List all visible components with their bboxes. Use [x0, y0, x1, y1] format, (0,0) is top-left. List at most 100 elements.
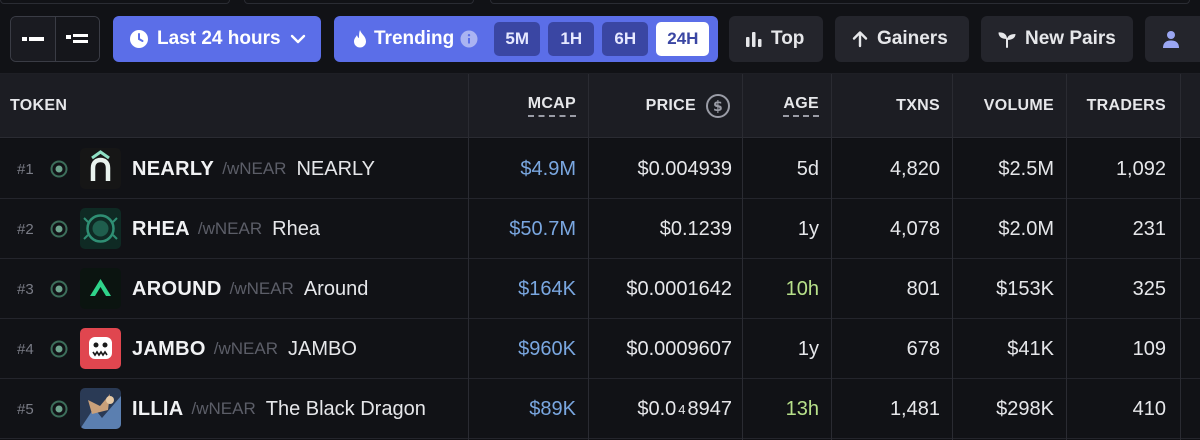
rank: #1	[17, 160, 34, 178]
quote-token: wNEAR	[202, 219, 263, 238]
token-name: The Black Dragon	[265, 397, 426, 420]
column-age-label: AGE	[783, 95, 819, 117]
column-traders[interactable]: TRADERS	[1066, 74, 1166, 138]
token-symbol: RHEA	[132, 217, 190, 240]
txns-value: 678	[906, 337, 940, 360]
token-logo	[80, 388, 121, 429]
interval-selector: 5M 1H 6H 24H	[494, 22, 710, 56]
interval-24h[interactable]: 24H	[656, 22, 710, 56]
column-divider	[588, 74, 589, 440]
rank: #5	[17, 400, 34, 418]
column-divider	[952, 74, 953, 440]
interval-6h[interactable]: 6H	[602, 22, 649, 56]
top-edge-field-3	[490, 0, 1190, 4]
top-edge-field-2	[244, 0, 474, 4]
dex-badge-icon	[50, 319, 68, 379]
top-edge-field-1	[0, 0, 230, 4]
txns-value: 4,078	[889, 217, 940, 240]
token-symbol: NEARLY	[132, 157, 215, 180]
traders-value: 231	[1132, 217, 1166, 240]
table-row[interactable]: #5 ILLIA / wNEAR The Black Dragon $89K $0.0…	[0, 379, 1200, 439]
traders-value: 109	[1132, 337, 1166, 360]
mcap-value: $4.9M	[520, 157, 576, 180]
trending-filter: Trending 5M 1H 6H 24H	[334, 16, 718, 62]
list-detail-icon	[66, 34, 89, 43]
token-symbol: ILLIA	[132, 397, 184, 420]
txns-value: 801	[906, 277, 940, 300]
quote-token: wNEAR	[226, 159, 287, 178]
compact-view-button[interactable]	[11, 17, 55, 61]
table-row[interactable]: #3 AROUND / wNEAR Around $164K $0.0001642 1…	[0, 259, 1200, 319]
column-price[interactable]: PRICE $	[588, 74, 730, 138]
top-button[interactable]: Top	[729, 16, 823, 62]
token-logo	[80, 148, 121, 189]
column-divider	[742, 74, 743, 440]
price-suffix: 8947	[687, 397, 733, 420]
info-icon[interactable]	[460, 30, 478, 48]
age-value: 5d	[796, 157, 819, 180]
quote-token: wNEAR	[196, 399, 256, 418]
column-mcap-label: MCAP	[527, 95, 576, 117]
column-token[interactable]: TOKEN	[10, 74, 67, 138]
token-cell: RHEA / wNEAR Rhea	[132, 199, 320, 259]
time-filter-dropdown[interactable]: Last 24 hours	[113, 16, 321, 62]
top-label: Top	[771, 28, 805, 49]
quote-token: wNEAR	[234, 279, 294, 298]
interval-5m[interactable]: 5M	[494, 22, 541, 56]
column-age[interactable]: AGE	[742, 74, 819, 138]
account-button[interactable]	[1145, 16, 1200, 62]
column-divider	[468, 74, 469, 440]
token-cell: JAMBO / wNEAR JAMBO	[132, 319, 357, 379]
rank: #3	[17, 280, 34, 298]
token-logo	[80, 268, 121, 309]
traders-value: 1,092	[1115, 157, 1166, 180]
time-filter-label: Last 24 hours	[157, 28, 281, 49]
mcap-value: $50.7M	[509, 217, 576, 240]
price-value: $0.0 4 8947	[588, 379, 732, 439]
volume-value: $153K	[996, 277, 1054, 300]
age-value: 1y	[797, 217, 819, 240]
new-pairs-label: New Pairs	[1025, 28, 1116, 49]
svg-text:$: $	[713, 99, 723, 115]
trending-label[interactable]: Trending	[374, 28, 454, 50]
detailed-view-button[interactable]	[54, 17, 99, 61]
table-row[interactable]: #4 JAMBO / wNEAR JAMBO $960K $0.0009607 1y …	[0, 319, 1200, 379]
volume-value: $2.5M	[998, 157, 1054, 180]
sprout-icon	[998, 32, 1016, 48]
column-divider	[1180, 74, 1181, 440]
gainers-button[interactable]: Gainers	[835, 16, 969, 62]
interval-1h[interactable]: 1H	[548, 22, 595, 56]
mcap-value: $89K	[529, 397, 576, 420]
column-volume[interactable]: VOLUME	[952, 74, 1054, 138]
chevron-down-icon	[290, 34, 305, 44]
clock-icon	[130, 30, 148, 48]
table-row[interactable]: #2 RHEA / wNEAR Rhea $50.7M $0.1239 1y 4,07…	[0, 199, 1200, 259]
dollar-icon[interactable]: $	[706, 94, 730, 118]
volume-value: $298K	[996, 397, 1054, 420]
new-pairs-button[interactable]: New Pairs	[981, 16, 1133, 62]
column-divider	[831, 74, 832, 440]
traders-value: 325	[1132, 277, 1166, 300]
price-value: $0.004939	[637, 157, 732, 180]
flame-icon	[354, 30, 366, 48]
arrow-up-icon	[852, 31, 868, 48]
traders-value: 410	[1132, 397, 1166, 420]
rank: #4	[17, 340, 34, 358]
dex-badge-icon	[50, 199, 68, 259]
table-row[interactable]: #1 NEARLY / wNEAR NEARLY $4.9M $0.004939 5d…	[0, 139, 1200, 199]
column-txns[interactable]: TXNS	[832, 74, 940, 138]
view-toggle	[10, 16, 100, 62]
token-cell: ILLIA / wNEAR The Black Dragon	[132, 379, 426, 439]
token-symbol: JAMBO	[132, 337, 206, 360]
token-symbol: AROUND	[132, 277, 222, 300]
age-value: 10h	[785, 277, 819, 300]
token-name: Around	[303, 277, 369, 300]
token-name: JAMBO	[287, 337, 357, 360]
txns-value: 1,481	[889, 397, 940, 420]
column-mcap[interactable]: MCAP	[470, 74, 576, 138]
age-value: 13h	[785, 397, 819, 420]
dex-badge-icon	[50, 259, 68, 319]
txns-value: 4,820	[889, 157, 940, 180]
price-prefix: $0.0	[637, 397, 677, 420]
rank: #2	[17, 220, 34, 238]
